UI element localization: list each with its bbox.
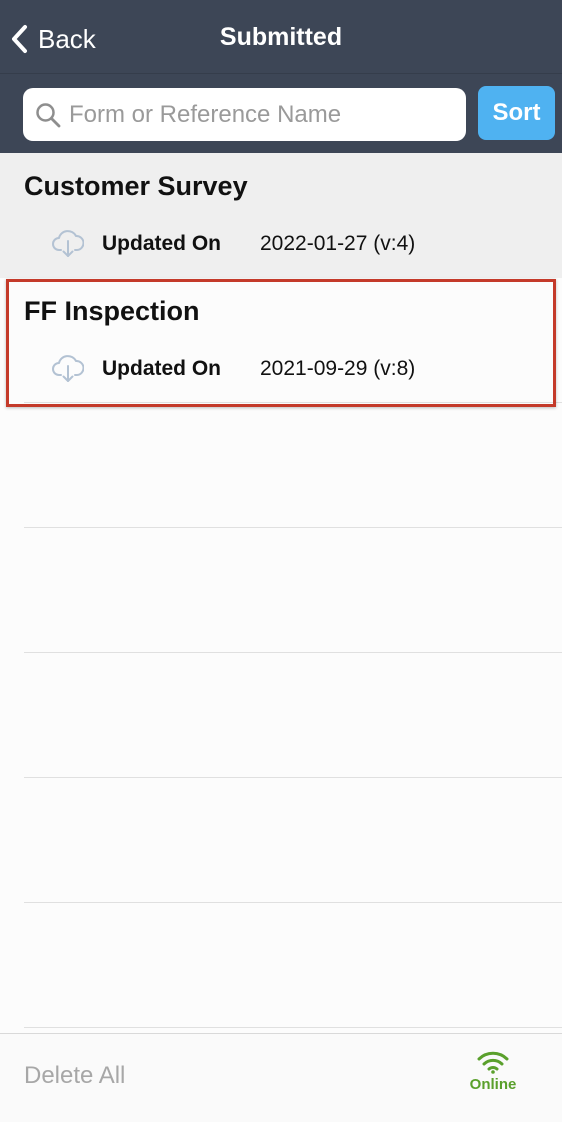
delete-all-button[interactable]: Delete All [24,1062,125,1090]
empty-row [0,903,562,1028]
form-name: Customer Survey [24,171,248,201]
cloud-download-icon [52,230,84,257]
updated-on-label: Updated On [102,357,221,380]
nav-bar: Back Submitted [0,0,562,73]
search-icon [36,102,61,127]
form-name: FF Inspection [24,296,200,326]
list-item[interactable]: Customer Survey Updated On 2022-01-27 (v… [0,153,562,278]
bottom-toolbar: Delete All Online [0,1033,562,1122]
form-list: Customer Survey Updated On 2022-01-27 (v… [0,153,562,1028]
updated-on-value: 2021-09-29 (v:8) [260,357,416,380]
empty-row [0,778,562,903]
connection-status: Online [466,1050,520,1093]
form-meta: Updated On 2021-09-29 (v:8) [52,352,415,386]
search-field[interactable] [23,88,466,141]
empty-row [0,653,562,778]
search-input[interactable] [69,100,449,129]
sort-button[interactable]: Sort [478,86,555,140]
cloud-download-icon [52,355,84,382]
empty-row [0,403,562,528]
search-bar: Sort [0,73,562,153]
form-meta: Updated On 2022-01-27 (v:4) [52,227,415,261]
empty-row [0,528,562,653]
updated-on-label: Updated On [102,232,221,255]
list-item[interactable]: FF Inspection Updated On 2021-09-29 (v:8… [0,278,562,403]
page-title: Submitted [219,23,343,51]
wifi-icon [477,1051,509,1074]
updated-on-value: 2022-01-27 (v:4) [260,232,416,255]
online-label: Online [469,1076,517,1093]
divider [24,1027,562,1028]
